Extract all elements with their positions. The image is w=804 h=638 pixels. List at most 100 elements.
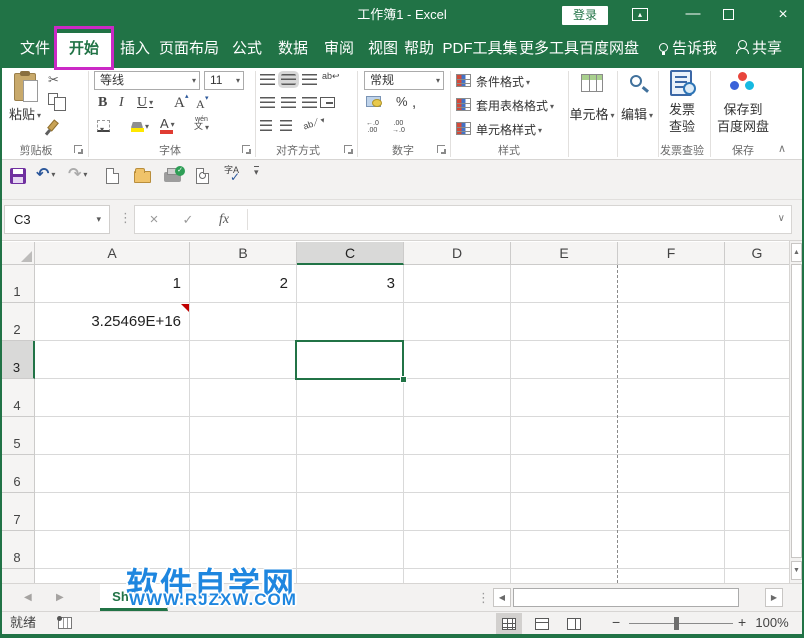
- chevron-down-icon[interactable]: ▾: [436, 72, 440, 89]
- spelling-icon[interactable]: 字A✓: [224, 166, 240, 182]
- align-center-icon[interactable]: [281, 97, 296, 108]
- cut-icon[interactable]: ✂: [48, 72, 59, 88]
- cell-a2[interactable]: 3.25469E+16: [35, 303, 186, 341]
- align-top-icon[interactable]: [260, 74, 275, 85]
- tab-tell-me[interactable]: 告诉我: [648, 30, 728, 68]
- row-header-7[interactable]: 7: [0, 493, 35, 531]
- paste-button[interactable]: 粘贴: [2, 104, 48, 123]
- orientation-icon[interactable]: ab⟋: [302, 116, 325, 130]
- grow-font-button[interactable]: A▴: [174, 95, 185, 112]
- zoom-slider-thumb[interactable]: [674, 617, 679, 630]
- tab-more-tools[interactable]: 更多工具: [518, 30, 580, 68]
- column-header-a[interactable]: A: [35, 242, 190, 265]
- column-header-b[interactable]: B: [190, 242, 297, 265]
- row-header-8[interactable]: 8: [0, 531, 35, 569]
- tab-pdf-tools[interactable]: PDF工具集: [440, 30, 520, 68]
- row-header-6[interactable]: 6: [0, 455, 35, 493]
- chevron-down-icon[interactable]: ▾: [96, 206, 101, 233]
- font-size-combo[interactable]: 11▾: [204, 71, 244, 90]
- clipboard-dialog-launcher[interactable]: [74, 145, 82, 153]
- row-header-3[interactable]: 3: [0, 341, 35, 379]
- login-button[interactable]: 登录: [562, 6, 608, 25]
- print-preview-icon[interactable]: [196, 168, 209, 184]
- cell-b1[interactable]: 2: [190, 265, 293, 303]
- row-header-2[interactable]: 2: [0, 303, 35, 341]
- horizontal-scroll-thumb[interactable]: [513, 588, 739, 607]
- tab-help[interactable]: 帮助: [396, 30, 442, 68]
- sheet-next-icon[interactable]: ▶: [56, 584, 64, 611]
- copy-icon[interactable]: [48, 93, 58, 105]
- invoice-check-button[interactable]: 发票查验: [656, 101, 708, 135]
- zoom-slider-track[interactable]: [629, 623, 733, 624]
- shrink-font-button[interactable]: A▾: [196, 97, 205, 112]
- cell-c1[interactable]: 3: [297, 265, 400, 303]
- cell-a1[interactable]: 1: [35, 265, 186, 303]
- alignment-dialog-launcher[interactable]: [344, 145, 352, 153]
- formula-bar[interactable]: × ✓ fx ∨: [134, 205, 792, 234]
- tab-share[interactable]: 共享: [726, 30, 792, 68]
- zoom-level[interactable]: 100%: [750, 612, 794, 634]
- tab-insert[interactable]: 插入: [112, 30, 158, 68]
- font-dialog-launcher[interactable]: [242, 145, 250, 153]
- conditional-formatting-button[interactable]: 条件格式: [476, 73, 530, 90]
- tab-review[interactable]: 审阅: [316, 30, 362, 68]
- maximize-button[interactable]: [723, 9, 734, 20]
- tab-baidu-netdisk[interactable]: 百度网盘: [578, 30, 640, 68]
- zoom-in-button[interactable]: +: [738, 612, 746, 634]
- font-name-combo[interactable]: 等线▾: [94, 71, 200, 90]
- format-painter-icon[interactable]: [47, 119, 59, 131]
- underline-button[interactable]: U: [137, 95, 153, 111]
- number-dialog-launcher[interactable]: [437, 145, 445, 153]
- select-all-corner[interactable]: [0, 242, 35, 265]
- phonetic-guide-icon[interactable]: wén文: [194, 116, 209, 131]
- selected-cell-c3[interactable]: [295, 340, 404, 380]
- format-as-table-button[interactable]: 套用表格格式: [476, 97, 554, 114]
- align-left-icon[interactable]: [260, 97, 275, 108]
- column-header-e[interactable]: E: [511, 242, 618, 265]
- decrease-indent-icon[interactable]: [260, 120, 272, 131]
- scroll-up-icon[interactable]: ▲: [791, 243, 802, 262]
- cells-button[interactable]: 单元格: [566, 106, 618, 124]
- decrease-decimal-icon[interactable]: .00 →.0: [392, 120, 405, 134]
- column-header-d[interactable]: D: [404, 242, 511, 265]
- expand-formula-bar-icon[interactable]: ∨: [778, 206, 785, 233]
- align-middle-icon[interactable]: [281, 74, 296, 85]
- bold-button[interactable]: B: [98, 95, 107, 111]
- accounting-format-icon[interactable]: [366, 96, 381, 107]
- percent-style-button[interactable]: %: [396, 94, 408, 109]
- enter-icon[interactable]: ✓: [175, 206, 201, 233]
- increase-decimal-icon[interactable]: ←.0 .00: [366, 120, 379, 134]
- row-header-4[interactable]: 4: [0, 379, 35, 417]
- column-header-g[interactable]: G: [725, 242, 789, 265]
- comma-style-button[interactable]: ,: [412, 94, 416, 111]
- align-bottom-icon[interactable]: [302, 74, 317, 85]
- fill-handle[interactable]: [400, 376, 407, 383]
- tab-file[interactable]: 文件: [12, 30, 58, 68]
- scroll-down-icon[interactable]: ▼: [791, 561, 802, 580]
- fill-color-icon[interactable]: [131, 118, 149, 133]
- cell-styles-button[interactable]: 单元格样式: [476, 121, 542, 138]
- increase-indent-icon[interactable]: [280, 120, 292, 131]
- paste-icon[interactable]: [14, 73, 36, 101]
- chevron-down-icon[interactable]: ▾: [192, 72, 196, 89]
- minimize-button[interactable]: —: [678, 4, 708, 26]
- new-document-icon[interactable]: [106, 168, 119, 184]
- normal-view-button[interactable]: [496, 613, 522, 634]
- redo-icon[interactable]: ↷: [68, 164, 87, 184]
- tab-page-layout[interactable]: 页面布局: [156, 30, 222, 68]
- scroll-left-icon[interactable]: ◀: [493, 588, 511, 607]
- undo-icon[interactable]: ↶: [36, 164, 55, 184]
- quick-print-icon[interactable]: [164, 172, 181, 182]
- sheet-prev-icon[interactable]: ◀: [24, 584, 32, 611]
- open-folder-icon[interactable]: [134, 171, 151, 183]
- page-break-view-button[interactable]: [561, 613, 587, 634]
- align-right-icon[interactable]: [302, 97, 317, 108]
- collapse-ribbon-icon[interactable]: ∧: [778, 142, 786, 155]
- editing-button[interactable]: 编辑: [612, 106, 662, 124]
- borders-icon[interactable]: [97, 120, 110, 132]
- save-icon[interactable]: [10, 168, 26, 184]
- tab-data[interactable]: 数据: [270, 30, 316, 68]
- save-to-baidu-button[interactable]: 保存到百度网盘: [710, 101, 776, 135]
- column-header-f[interactable]: F: [618, 242, 725, 265]
- vertical-scrollbar[interactable]: ▲ ▼: [789, 241, 802, 583]
